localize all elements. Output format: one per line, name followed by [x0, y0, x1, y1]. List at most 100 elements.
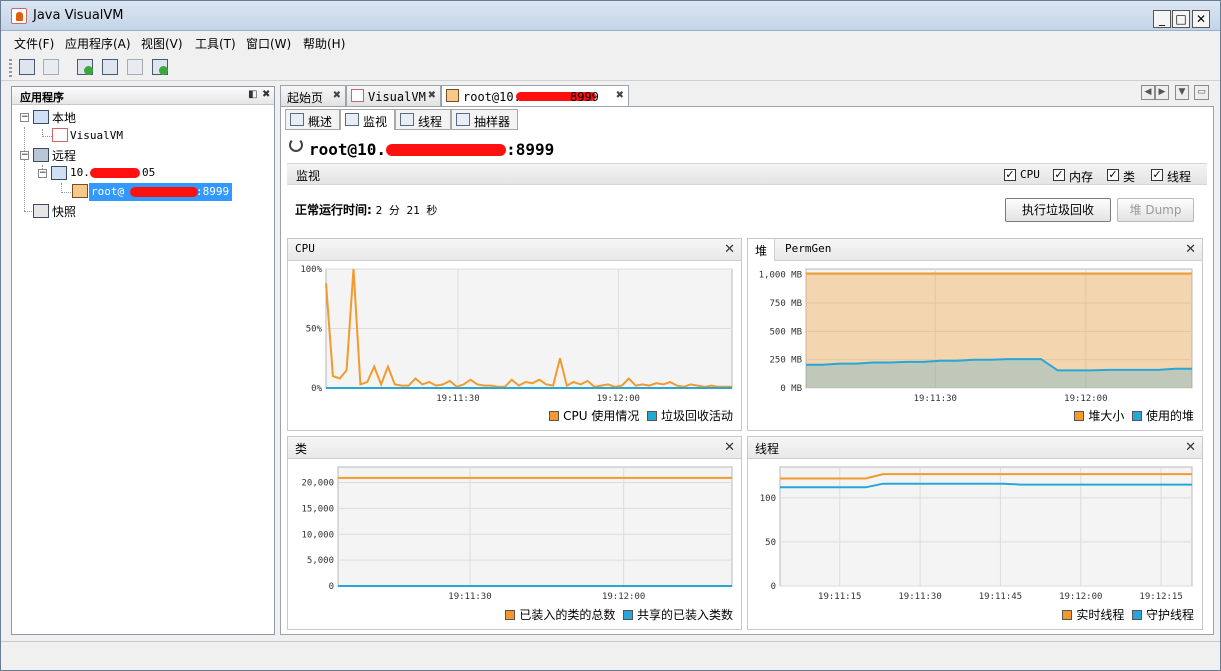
- legend-label: 共享的已装入类数: [636, 608, 733, 622]
- uptime: 正常运行时间: 2 分 21 秒: [295, 201, 437, 218]
- status-bar: [1, 641, 1220, 670]
- tab-visualvm[interactable]: VisualVM ✖: [346, 85, 441, 106]
- applications-panel: 应用程序 ◧ ✖ − 本地 VisualVM − 远程 − 10. 05 roo…: [11, 86, 275, 635]
- tree-node-remote[interactable]: − 远程: [16, 147, 166, 164]
- maximize-button[interactable]: □: [1172, 10, 1190, 28]
- chart-header: 类 ✕: [288, 437, 741, 459]
- jmx-icon: [446, 89, 459, 102]
- chart-title: CPU: [295, 242, 315, 255]
- close-tab-icon[interactable]: ✖: [428, 90, 436, 101]
- y-tick-label: 0%: [311, 384, 322, 394]
- maximize-window-button[interactable]: ▭: [1194, 85, 1209, 100]
- tab-label: 起始页: [287, 91, 324, 105]
- x-tick-label: 19:11:30: [436, 394, 479, 404]
- heap-legend: 堆大小 使用的堆: [1074, 407, 1194, 424]
- legend-swatch: [1131, 610, 1142, 620]
- x-tick-label: 19:12:00: [1059, 592, 1102, 602]
- monitor-view: 概述 监视 线程 抽样器 root@10.:8999 监视 ✓ CPU ✓ 内…: [280, 106, 1214, 635]
- toolbar: [1, 55, 1220, 81]
- remote-hosts-icon: [33, 148, 49, 162]
- threads-chart-panel: 线程 ✕ 0 50 100 19:11:15 19:11:30 19:11:45 19:12…: [747, 436, 1203, 630]
- close-chart-icon[interactable]: ✕: [724, 242, 735, 257]
- close-button[interactable]: ✕: [1192, 10, 1210, 28]
- close-chart-icon[interactable]: ✕: [1185, 440, 1196, 455]
- menu-bar: 文件(F) 应用程序(A) 视图(V) 工具(T) 窗口(W) 帮助(H): [1, 32, 1220, 54]
- legend-label: 垃圾回收活动: [660, 409, 733, 423]
- heap-chart-panel: 堆 PermGen ✕ 0 MB 250 MB 500 MB 750 MB 1,000 …: [747, 238, 1203, 431]
- sampler-icon: [456, 113, 470, 126]
- save-button[interactable]: [42, 58, 60, 76]
- add-jmx-connection-button[interactable]: [76, 58, 94, 76]
- tab-start-page[interactable]: 起始页 ✖: [280, 85, 346, 106]
- scroll-tabs-left-button[interactable]: ◀: [1141, 85, 1155, 100]
- subtab-monitor[interactable]: 监视: [340, 109, 395, 130]
- minimize-button[interactable]: _: [1153, 10, 1171, 28]
- menu-window[interactable]: 窗口(W): [246, 35, 291, 52]
- menu-tools[interactable]: 工具(T): [195, 35, 236, 52]
- chart-title: 类: [295, 442, 308, 456]
- load-snapshot-button[interactable]: [126, 58, 144, 76]
- loading-spinner-icon: [289, 138, 303, 152]
- title-bar: Java VisualVM _ □ ✕: [1, 1, 1220, 31]
- redaction-mark: [386, 144, 507, 156]
- plus-icon: [159, 66, 168, 75]
- minimize-panel-icon[interactable]: ◧: [248, 89, 257, 100]
- tree-label: VisualVM: [70, 129, 123, 142]
- collapse-icon[interactable]: −: [20, 113, 29, 122]
- classes-chart-panel: 类 ✕ 0 5,000 10,000 15,000 20,000 19:11:30 19:1…: [287, 436, 742, 630]
- add-remote-host-button[interactable]: [101, 58, 119, 76]
- applications-panel-title: 应用程序: [20, 91, 64, 104]
- subtab-sampler[interactable]: 抽样器: [451, 109, 518, 130]
- redaction-mark: [130, 187, 198, 197]
- cpu-checkbox[interactable]: ✓ CPU: [1004, 168, 1044, 182]
- close-chart-icon[interactable]: ✕: [724, 440, 735, 455]
- overview-icon: [290, 113, 304, 126]
- classes-checkbox[interactable]: ✓ 类: [1107, 168, 1139, 184]
- memory-checkbox[interactable]: ✓ 内存: [1053, 168, 1097, 184]
- subtab-threads[interactable]: 线程: [395, 109, 451, 130]
- perform-gc-button[interactable]: 执行垃圾回收: [1005, 198, 1111, 222]
- scroll-tabs-right-button[interactable]: ▶: [1155, 85, 1169, 100]
- tree-node-local[interactable]: − 本地: [16, 109, 166, 126]
- java-app-icon: [52, 128, 68, 142]
- menu-view[interactable]: 视图(V): [141, 35, 183, 52]
- connection-title: root@10.:8999: [309, 140, 554, 159]
- tree-node-jmx-connection[interactable]: root@ :8999: [72, 183, 237, 201]
- menu-applications[interactable]: 应用程序(A): [65, 35, 131, 52]
- tree-node-remote-host[interactable]: − 10. 05: [34, 165, 234, 182]
- save-all-button[interactable]: [18, 58, 36, 76]
- close-panel-icon[interactable]: ✖: [262, 89, 270, 100]
- host-label-suffix: 05: [142, 166, 156, 179]
- toolbar-grip: [9, 59, 12, 77]
- plot-area: [337, 466, 733, 587]
- threads-checkbox[interactable]: ✓ 线程: [1151, 168, 1195, 184]
- java-visualvm-icon: [11, 8, 27, 24]
- add-coredump-button[interactable]: [151, 58, 169, 76]
- menu-file[interactable]: 文件(F): [14, 35, 54, 52]
- collapse-icon[interactable]: −: [38, 169, 47, 178]
- menu-help[interactable]: 帮助(H): [303, 35, 345, 52]
- y-tick-label: 50: [765, 538, 776, 548]
- tree-node-snapshots[interactable]: 快照: [16, 203, 166, 220]
- checkbox-check-icon: ✓: [1004, 168, 1016, 181]
- host-label-prefix: 10.: [70, 166, 90, 179]
- classes-chart: 0 5,000 10,000 15,000 20,000 19:11:30 19:12:00: [301, 466, 733, 602]
- tree-node-visualvm[interactable]: VisualVM: [52, 128, 172, 145]
- plus-icon: [84, 66, 93, 75]
- checkbox-check-icon: ✓: [1053, 168, 1065, 181]
- close-tab-icon[interactable]: ✖: [333, 90, 341, 101]
- heap-dump-button[interactable]: 堆 Dump: [1117, 198, 1194, 222]
- tab-list-button[interactable]: ▼: [1175, 85, 1189, 100]
- tab-jmx-connection[interactable]: root@10. 8999 ✖: [441, 85, 629, 107]
- threads-icon: [400, 113, 414, 126]
- chart-title: 线程: [755, 442, 780, 456]
- close-chart-icon[interactable]: ✕: [1185, 242, 1196, 257]
- subtab-overview[interactable]: 概述: [285, 109, 340, 130]
- collapse-icon[interactable]: −: [20, 151, 29, 160]
- chart-tab-heap[interactable]: 堆: [748, 239, 776, 261]
- checkbox-label: 内存: [1069, 170, 1094, 184]
- close-tab-icon[interactable]: ✖: [616, 90, 624, 101]
- chart-tab-permgen[interactable]: PermGen: [778, 239, 838, 261]
- connection-title-prefix: root@10.: [309, 140, 387, 159]
- tree-label: 快照: [52, 205, 77, 219]
